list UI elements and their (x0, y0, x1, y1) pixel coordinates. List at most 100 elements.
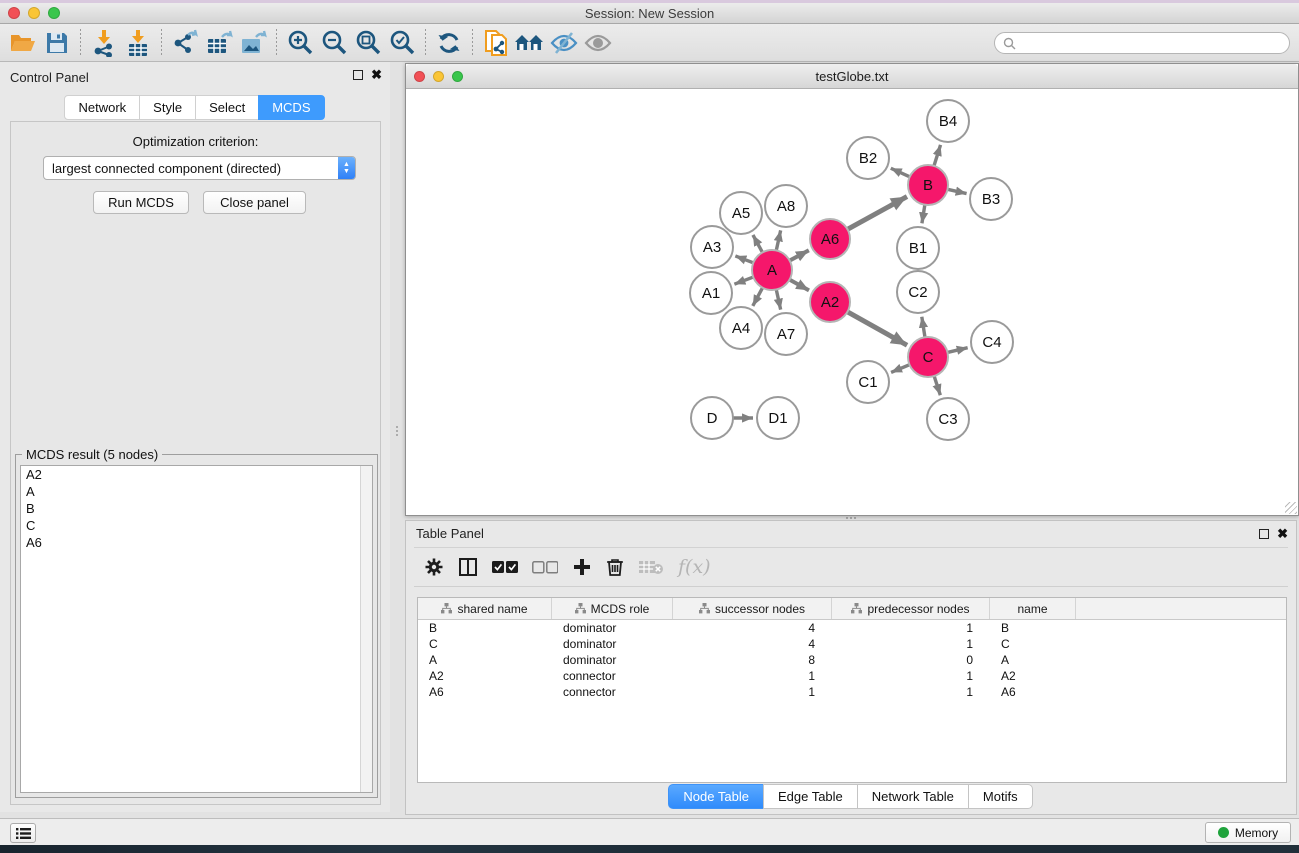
node-C2[interactable]: C2 (897, 271, 939, 313)
edge-A2-C[interactable] (847, 312, 907, 345)
result-list-item[interactable]: B (21, 500, 372, 517)
table-cell[interactable]: connector (552, 685, 673, 699)
save-session-icon[interactable] (40, 28, 74, 58)
table-cell[interactable]: A2 (418, 669, 552, 683)
table-cell[interactable]: A6 (990, 685, 1076, 699)
result-list-item[interactable]: A6 (21, 534, 372, 551)
edge-A-A6[interactable] (790, 250, 809, 260)
show-graphics-details-icon[interactable] (581, 28, 615, 58)
tab-motifs[interactable]: Motifs (968, 784, 1033, 809)
result-list-item[interactable]: C (21, 517, 372, 534)
settings-icon[interactable] (424, 557, 444, 577)
float-panel-icon[interactable] (353, 70, 363, 80)
table-cell[interactable]: 1 (832, 685, 990, 699)
zoom-out-icon[interactable] (317, 28, 351, 58)
table-cell[interactable]: A (418, 653, 552, 667)
node-A[interactable]: A (752, 250, 792, 290)
node-D1[interactable]: D1 (757, 397, 799, 439)
network-graph[interactable]: B4B2BB3A5A8A3A6B1AA1C2A2A4A7CC4C1C3DD1 (406, 89, 1298, 515)
edge-A-A4[interactable] (753, 288, 763, 306)
table-row[interactable]: A2connector11A2 (418, 668, 1286, 684)
table-cell[interactable]: 1 (673, 685, 832, 699)
table-cell[interactable]: 4 (673, 637, 832, 651)
edge-C-C3[interactable] (934, 376, 940, 395)
column-header-predecessor-nodes[interactable]: predecessor nodes (832, 598, 990, 619)
column-header-shared-name[interactable]: shared name (418, 598, 552, 619)
table-cell[interactable]: dominator (552, 637, 673, 651)
duplicate-network-icon[interactable] (479, 28, 513, 58)
delete-columns-icon[interactable] (606, 557, 624, 577)
result-list-item[interactable]: A2 (21, 466, 372, 483)
table-cell[interactable]: 1 (832, 637, 990, 651)
open-file-icon[interactable] (6, 28, 40, 58)
column-header-name[interactable]: name (990, 598, 1076, 619)
node-A4[interactable]: A4 (720, 307, 762, 349)
import-table-icon[interactable] (121, 28, 155, 58)
edge-A-A8[interactable] (776, 230, 780, 250)
node-A1[interactable]: A1 (690, 272, 732, 314)
column-header-successor-nodes[interactable]: successor nodes (673, 598, 832, 619)
clear-all-checkboxes-icon[interactable] (532, 561, 558, 574)
tab-network-table[interactable]: Network Table (857, 784, 969, 809)
table-cell[interactable]: B (418, 621, 552, 635)
memory-button[interactable]: Memory (1205, 822, 1291, 843)
edge-B-B2[interactable] (891, 168, 910, 177)
node-A7[interactable]: A7 (765, 313, 807, 355)
table-cell[interactable]: C (990, 637, 1076, 651)
edge-B-B3[interactable] (948, 189, 967, 193)
table-row[interactable]: Adominator80A (418, 652, 1286, 668)
delete-table-icon[interactable] (638, 559, 664, 575)
table-cell[interactable]: 1 (673, 669, 832, 683)
table-row[interactable]: A6connector11A6 (418, 684, 1286, 700)
search-field[interactable] (994, 32, 1290, 54)
network-canvas[interactable]: B4B2BB3A5A8A3A6B1AA1C2A2A4A7CC4C1C3DD1 (406, 89, 1298, 515)
node-B1[interactable]: B1 (897, 227, 939, 269)
network-window-titlebar[interactable]: testGlobe.txt (406, 64, 1298, 89)
edge-A6-B[interactable] (848, 197, 907, 230)
table-cell[interactable]: A6 (418, 685, 552, 699)
table-cell[interactable]: 0 (832, 653, 990, 667)
zoom-in-icon[interactable] (283, 28, 317, 58)
close-panel-button[interactable]: Close panel (203, 191, 306, 214)
table-cell[interactable]: 4 (673, 621, 832, 635)
criterion-select[interactable]: largest connected component (directed) ▲… (43, 156, 356, 180)
search-input[interactable] (1020, 36, 1289, 50)
edge-A-A3[interactable] (735, 256, 753, 263)
node-B4[interactable]: B4 (927, 100, 969, 142)
tab-style[interactable]: Style (139, 95, 196, 120)
table-cell[interactable]: connector (552, 669, 673, 683)
apply-function-icon[interactable]: f(x) (678, 556, 711, 578)
table-cell[interactable]: 1 (832, 621, 990, 635)
refresh-view-icon[interactable] (432, 28, 466, 58)
tab-mcds[interactable]: MCDS (258, 95, 324, 120)
vertical-splitter-grip[interactable] (393, 424, 401, 438)
edge-A-A2[interactable] (790, 280, 809, 291)
select-all-checkboxes-icon[interactable] (492, 561, 518, 574)
edge-B-B4[interactable] (934, 145, 941, 166)
table-cell[interactable]: A (990, 653, 1076, 667)
node-A3[interactable]: A3 (691, 226, 733, 268)
table-cell[interactable]: C (418, 637, 552, 651)
show-all-networks-icon[interactable] (513, 28, 547, 58)
node-C[interactable]: C (908, 337, 948, 377)
node-B[interactable]: B (908, 165, 948, 205)
mcds-result-list[interactable]: A2ABCA6 (20, 465, 373, 793)
table-cell[interactable]: dominator (552, 621, 673, 635)
import-network-icon[interactable] (87, 28, 121, 58)
table-cell[interactable]: A2 (990, 669, 1076, 683)
tab-edge-table[interactable]: Edge Table (763, 784, 858, 809)
edge-C-C4[interactable] (947, 348, 967, 353)
close-panel-icon[interactable]: ✖ (371, 70, 382, 80)
column-header-MCDS-role[interactable]: MCDS role (552, 598, 673, 619)
tab-node-table[interactable]: Node Table (668, 784, 764, 809)
node-A8[interactable]: A8 (765, 185, 807, 227)
edge-B-B1[interactable] (922, 205, 925, 224)
node-A6[interactable]: A6 (810, 219, 850, 259)
node-table[interactable]: shared nameMCDS rolesuccessor nodesprede… (417, 597, 1287, 783)
show-columns-icon[interactable] (458, 557, 478, 577)
table-cell[interactable]: 1 (832, 669, 990, 683)
tab-network[interactable]: Network (64, 95, 140, 120)
export-image-icon[interactable] (236, 28, 270, 58)
add-column-icon[interactable] (572, 557, 592, 577)
node-C1[interactable]: C1 (847, 361, 889, 403)
